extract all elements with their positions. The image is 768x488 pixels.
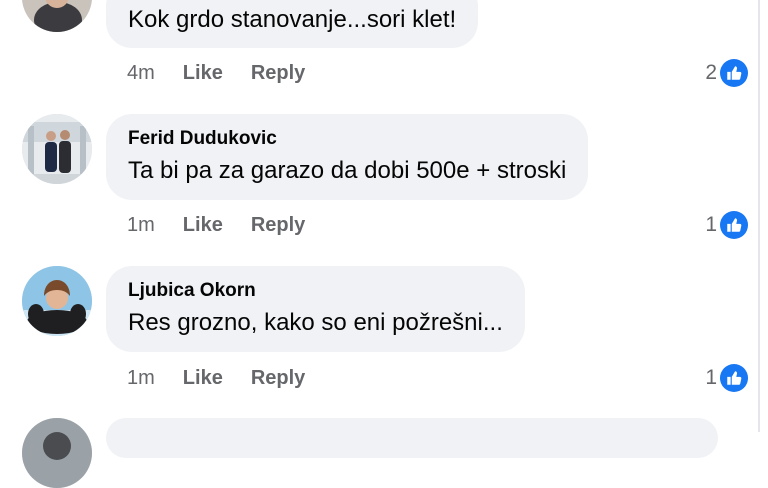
reaction-summary[interactable]: 2 bbox=[705, 58, 748, 88]
comment-author[interactable]: Ferid Dudukovic bbox=[128, 127, 566, 151]
reaction-count: 1 bbox=[705, 366, 717, 389]
comment-text: Res grozno, kako so eni požrešni... bbox=[128, 309, 503, 336]
avatar-photo bbox=[22, 0, 92, 32]
comment-text: Ta bi pa za garazo da dobi 500e + strosk… bbox=[128, 157, 567, 184]
reaction-summary[interactable]: 1 bbox=[705, 210, 748, 240]
reply-button[interactable]: Reply bbox=[251, 367, 305, 390]
comment-bubble: Ferid Dudukovic Ta bi pa za garazo da do… bbox=[106, 114, 589, 200]
comment-bubble: Ljubica Okorn Res grozno, kako so eni po… bbox=[106, 266, 525, 352]
comment-bubble bbox=[106, 418, 718, 458]
comment-timestamp[interactable]: 1m bbox=[127, 367, 155, 390]
avatar[interactable] bbox=[22, 266, 92, 336]
like-button[interactable]: Like bbox=[183, 367, 223, 390]
reaction-count: 1 bbox=[705, 213, 717, 236]
comment-timestamp[interactable]: 1m bbox=[127, 214, 155, 237]
page-right-border bbox=[758, 0, 760, 432]
comment-bubble: Kok grdo stanovanje...sori klet! bbox=[106, 0, 479, 48]
avatar[interactable] bbox=[22, 114, 92, 184]
comment-actions: 1m Like Reply bbox=[127, 212, 305, 238]
comment-author[interactable]: Ljubica Okorn bbox=[128, 279, 503, 303]
reply-button[interactable]: Reply bbox=[251, 214, 305, 237]
thumbs-up-icon bbox=[720, 364, 748, 392]
reaction-summary[interactable]: 1 bbox=[705, 363, 748, 393]
comment-actions: 4m Like Reply bbox=[127, 60, 305, 86]
avatar[interactable] bbox=[22, 0, 92, 32]
comment-actions: 1m Like Reply bbox=[127, 365, 305, 391]
thumbs-up-icon bbox=[720, 211, 748, 239]
thumbs-up-icon bbox=[720, 59, 748, 87]
avatar-photo bbox=[22, 418, 92, 488]
avatar[interactable] bbox=[22, 418, 92, 488]
comment-timestamp[interactable]: 4m bbox=[127, 62, 155, 85]
like-button[interactable]: Like bbox=[183, 214, 223, 237]
avatar-photo bbox=[22, 266, 92, 336]
reaction-count: 2 bbox=[705, 61, 717, 84]
like-button[interactable]: Like bbox=[183, 62, 223, 85]
comment-text: Kok grdo stanovanje...sori klet! bbox=[128, 6, 457, 33]
avatar-photo bbox=[22, 114, 92, 184]
reply-button[interactable]: Reply bbox=[251, 62, 305, 85]
